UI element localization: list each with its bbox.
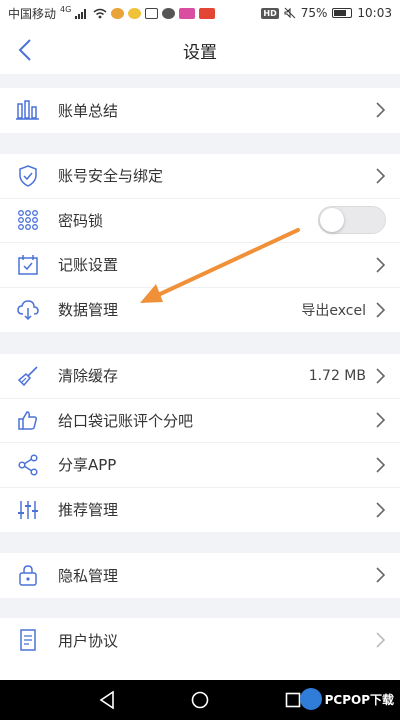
settings-item-bookkeeping[interactable]: 记账设置	[0, 243, 400, 288]
settings-item-label: 隐私管理	[58, 566, 119, 585]
notification-app-icon	[111, 7, 125, 19]
battery-fill	[334, 10, 347, 16]
chevron-right-icon	[374, 412, 386, 428]
settings-item-recommendation[interactable]: 推荐管理	[0, 488, 400, 533]
settings-item-value: 导出excel	[301, 302, 366, 319]
mail-icon	[145, 7, 159, 19]
system-back-button[interactable]	[92, 685, 122, 715]
sliders-icon	[16, 498, 40, 522]
document-icon	[16, 628, 40, 652]
chevron-right-icon	[374, 302, 386, 318]
settings-item-password-lock: 密码锁	[0, 199, 400, 243]
chevron-left-icon	[18, 39, 31, 61]
settings-item-account-security[interactable]: 账号安全与绑定	[0, 154, 400, 199]
chevron-right-icon	[374, 502, 386, 518]
settings-item-label: 给口袋记账评个分吧	[58, 411, 194, 430]
bar-chart-icon	[16, 98, 40, 122]
status-right: HD 75% 10:03	[261, 6, 392, 20]
settings-group-account: 账号安全与绑定 密码锁 记账设置 数据管理 导出excel	[0, 154, 400, 332]
wechat-icon	[162, 7, 176, 19]
settings-item-label: 推荐管理	[58, 501, 119, 520]
password-lock-toggle[interactable]	[318, 206, 386, 235]
settings-item-label: 账单总结	[58, 101, 119, 120]
watermark-logo	[299, 688, 322, 710]
settings-item-share-app[interactable]: 分享APP	[0, 443, 400, 488]
keypad-icon	[16, 208, 40, 232]
settings-item-user-agreement[interactable]: 用户协议	[0, 618, 400, 663]
back-button[interactable]	[10, 34, 40, 66]
settings-item-label: 数据管理	[58, 301, 119, 320]
navigation-bar: 设置	[0, 26, 400, 74]
chevron-right-icon	[374, 457, 386, 473]
calendar-check-icon	[16, 253, 40, 277]
lock-icon	[16, 563, 40, 587]
settings-group-summary: 账单总结	[0, 88, 400, 133]
hd-badge: HD	[261, 7, 279, 19]
emoji-app-icon	[128, 7, 142, 19]
chevron-right-icon	[374, 368, 386, 384]
settings-item-value: 1.72 MB	[308, 367, 366, 384]
settings-item-rate-app[interactable]: 给口袋记账评个分吧	[0, 399, 400, 443]
circle-home-icon	[191, 691, 209, 709]
chevron-right-icon	[374, 632, 386, 648]
settings-group-general: 清除缓存 1.72 MB 给口袋记账评个分吧 分享APP 推荐管理	[0, 354, 400, 532]
page-title: 设置	[183, 42, 217, 63]
red-app-icon	[199, 7, 216, 19]
settings-item-clear-cache[interactable]: 清除缓存 1.72 MB	[0, 354, 400, 399]
watermark-text: PCPOP下载	[324, 692, 394, 707]
settings-group-legal: 用户协议	[0, 618, 400, 680]
mute-icon	[284, 7, 296, 19]
settings-item-label: 分享APP	[58, 456, 117, 475]
settings-item-label: 账号安全与绑定	[58, 167, 164, 186]
broom-icon	[16, 364, 40, 388]
toggle-knob	[320, 208, 344, 233]
share-icon	[16, 453, 40, 477]
settings-item-bill-summary[interactable]: 账单总结	[0, 88, 400, 133]
settings-item-privacy[interactable]: 隐私管理	[0, 553, 400, 598]
signal-icon	[75, 8, 87, 19]
triangle-back-icon	[99, 691, 114, 709]
carrier-name: 中国移动	[8, 6, 57, 21]
thumbs-up-icon	[16, 408, 40, 432]
settings-item-label: 用户协议	[58, 631, 119, 650]
chevron-right-icon	[374, 168, 386, 184]
chevron-right-icon	[374, 567, 386, 583]
wifi-icon	[93, 8, 107, 18]
shield-icon	[16, 164, 40, 188]
battery-icon	[332, 8, 353, 18]
cloud-download-icon	[16, 298, 40, 322]
chevron-right-icon	[374, 102, 386, 118]
settings-item-label: 记账设置	[58, 256, 119, 275]
settings-group-privacy: 隐私管理	[0, 553, 400, 598]
vip-app-icon	[179, 7, 196, 19]
battery-percent: 75%	[300, 6, 328, 20]
watermark: PCPOP下载	[299, 688, 394, 710]
settings-screen: 中国移动 4G HD 75% 10:03 设置 账单总结 账号安全与绑定 密码锁…	[0, 0, 400, 720]
settings-item-data-management[interactable]: 数据管理 导出excel	[0, 288, 400, 333]
clock: 10:03	[357, 6, 392, 20]
system-home-button[interactable]	[185, 685, 215, 715]
chevron-right-icon	[374, 257, 386, 273]
status-bar: 中国移动 4G HD 75% 10:03	[0, 0, 400, 26]
network-type: 4G	[60, 4, 72, 14]
status-left: 中国移动 4G	[8, 5, 261, 22]
settings-item-label: 密码锁	[58, 211, 104, 230]
settings-item-label: 清除缓存	[58, 367, 119, 386]
